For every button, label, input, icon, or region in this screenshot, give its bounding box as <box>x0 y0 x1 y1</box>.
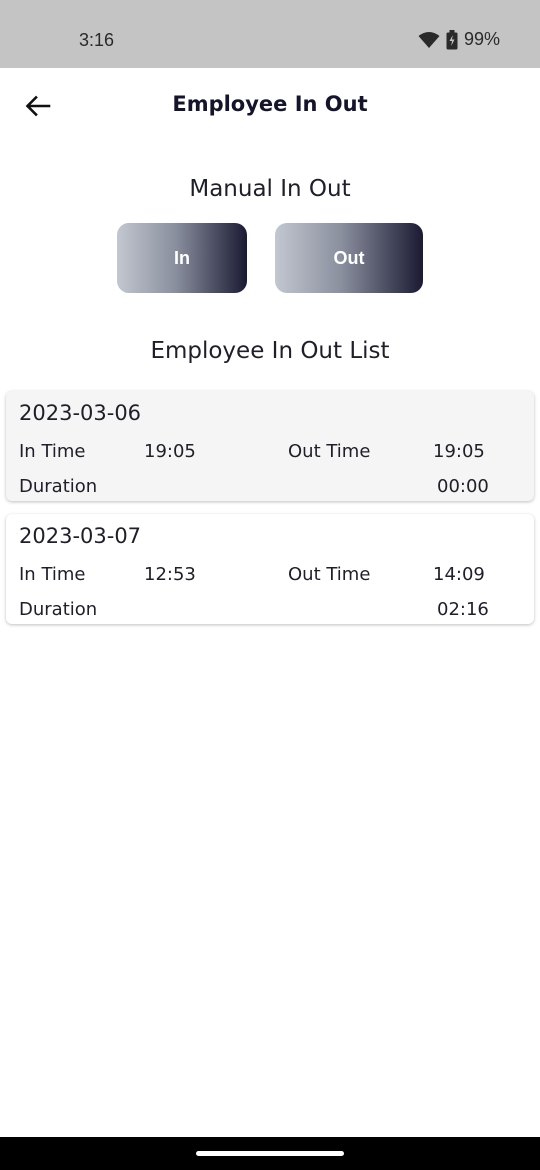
out-time-label: Out Time <box>288 441 371 462</box>
home-gesture-handle[interactable] <box>196 1151 344 1156</box>
in-time-label: In Time <box>19 441 86 462</box>
out-time-label: Out Time <box>288 564 371 585</box>
navigation-bar <box>0 1137 540 1170</box>
in-time-value: 19:05 <box>144 441 196 462</box>
in-out-list-title: Employee In Out List <box>150 338 390 364</box>
in-time-label: In Time <box>19 564 86 585</box>
battery-icon <box>446 29 458 50</box>
manual-in-out-title: Manual In Out <box>189 176 351 202</box>
duration-label: Duration <box>19 599 98 620</box>
status-time: 3:16 <box>79 30 115 50</box>
out-time-value: 14:09 <box>433 564 485 585</box>
out-time-value: 19:05 <box>433 441 485 462</box>
status-bar: 3:16 99% <box>0 0 540 68</box>
in-time-value: 12:53 <box>144 564 196 585</box>
duration-value: 00:00 <box>437 476 489 497</box>
list-item[interactable]: 2023-03-06 In Time 19:05 Out Time 19:05 … <box>6 391 534 501</box>
duration-label: Duration <box>19 476 98 497</box>
entry-date: 2023-03-07 <box>19 524 142 548</box>
page-title: Employee In Out <box>172 92 368 116</box>
duration-value: 02:16 <box>437 599 489 620</box>
entry-date: 2023-03-06 <box>19 401 142 425</box>
app-bar: Employee In Out <box>0 68 540 146</box>
list-item[interactable]: 2023-03-07 In Time 12:53 Out Time 14:09 … <box>6 514 534 624</box>
in-button[interactable]: In <box>117 223 247 293</box>
wifi-icon <box>418 31 440 49</box>
out-button[interactable]: Out <box>275 223 423 293</box>
battery-percent: 99% <box>463 29 500 49</box>
status-icons: 99% <box>418 29 500 50</box>
